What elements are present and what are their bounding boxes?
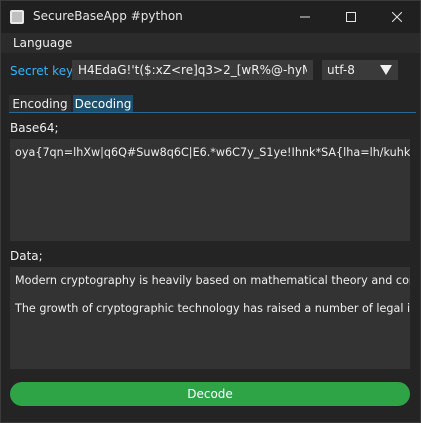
menu-language[interactable]: Language	[13, 36, 72, 50]
maximize-icon	[346, 12, 356, 22]
minimize-icon	[300, 16, 310, 18]
encoding-select-value: utf-8	[327, 63, 355, 77]
app-icon	[10, 10, 24, 24]
close-icon	[392, 12, 402, 22]
menu-bar: Language	[1, 33, 420, 53]
decode-button[interactable]: Decode	[10, 382, 410, 406]
tab-decoding-label: Decoding	[74, 97, 132, 111]
tab-encoding-label: Encoding	[12, 97, 68, 111]
decode-button-label: Decode	[187, 387, 233, 401]
tab-underline	[9, 112, 416, 113]
chevron-down-icon	[380, 65, 392, 75]
window-title: SecureBaseApp #python	[33, 9, 183, 23]
title-bar[interactable]: SecureBaseApp #python	[1, 1, 420, 33]
app-window: SecureBaseApp #python Language Secret ke…	[0, 0, 421, 423]
maximize-button[interactable]	[328, 1, 374, 33]
secret-key-input[interactable]	[72, 60, 313, 80]
data-text-line-1: Modern cryptography is heavily based on …	[15, 274, 410, 287]
data-textarea[interactable]: Modern cryptography is heavily based on …	[10, 267, 410, 369]
close-button[interactable]	[374, 1, 420, 33]
tab-encoding[interactable]: Encoding	[9, 95, 71, 113]
tab-decoding[interactable]: Decoding	[73, 95, 133, 113]
minimize-button[interactable]	[282, 1, 328, 33]
base64-textarea[interactable]: oya{7qn=lhXw|q6Q#Suw8q6C|E6.*w6C7y_S1ye!…	[10, 139, 410, 241]
base64-text: oya{7qn=lhXw|q6Q#Suw8q6C|E6.*w6C7y_S1ye!…	[15, 146, 410, 159]
secret-key-label: Secret key:	[10, 64, 77, 78]
data-text-line-2: The growth of cryptographic technology h…	[15, 302, 410, 315]
data-label: Data;	[10, 249, 43, 263]
base64-label: Base64;	[10, 121, 59, 135]
encoding-select[interactable]: utf-8	[322, 60, 398, 80]
